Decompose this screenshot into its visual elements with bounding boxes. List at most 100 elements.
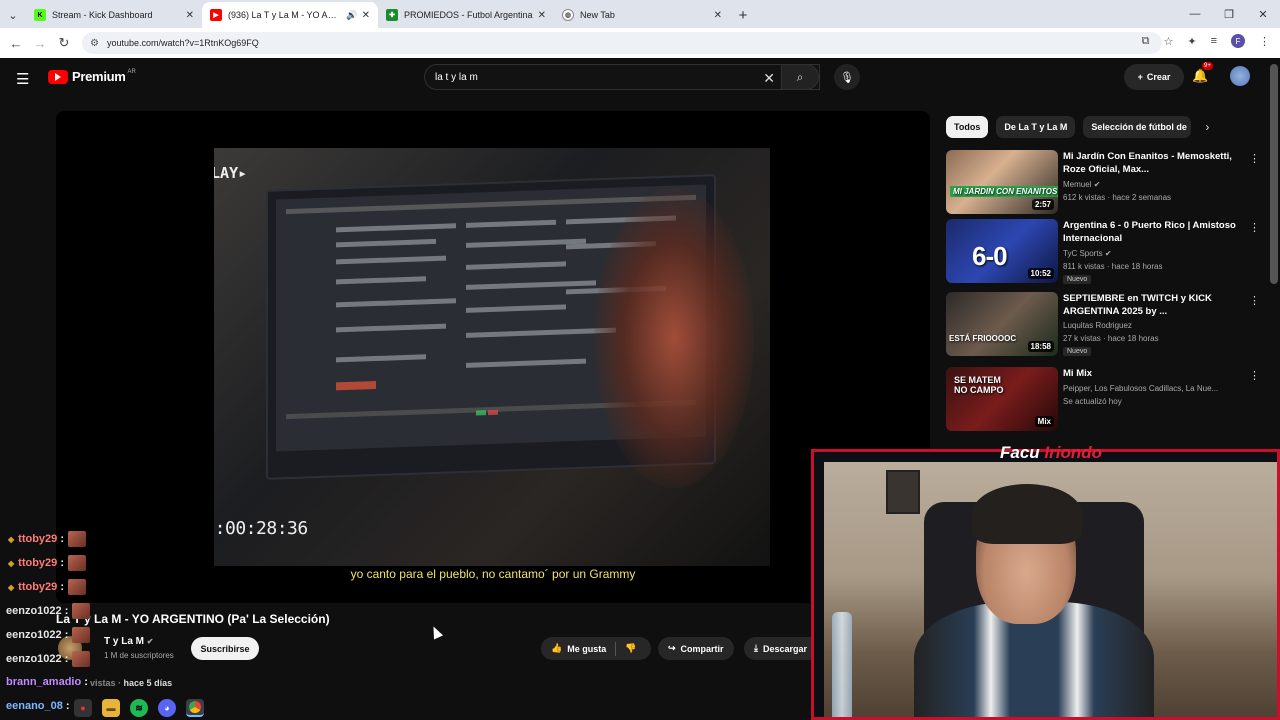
notifications-button[interactable]: 🔔 9+ xyxy=(1192,62,1213,84)
discord-icon[interactable]: ◕ xyxy=(158,699,176,717)
blurred-figure xyxy=(594,188,754,488)
webcam-overlay xyxy=(811,449,1280,720)
video-timecode: 00:00:28:36 xyxy=(214,518,308,539)
video-thumbnail[interactable]: 6-0 10:52 xyxy=(946,219,1058,283)
search-button[interactable]: ⌕ xyxy=(781,64,819,90)
back-icon[interactable]: ← xyxy=(4,36,28,51)
more-options-icon[interactable]: ⋮ xyxy=(1249,294,1260,307)
chip-channel[interactable]: De La T y La M xyxy=(996,116,1076,138)
recommendation-item[interactable]: ESTÁ FRIOOOOC 18:58 SEPTIEMBRE en TWITCH… xyxy=(946,292,1262,356)
tab-title: Stream - Kick Dashboard xyxy=(52,10,153,20)
site-info-icon[interactable]: ⚙ xyxy=(90,38,99,49)
minimize-icon[interactable]: — xyxy=(1178,0,1212,28)
recommendation-item[interactable]: 6-0 10:52 Argentina 6 - 0 Puerto Rico | … xyxy=(946,219,1262,284)
page-scrollbar[interactable] xyxy=(1270,64,1278,284)
close-icon[interactable]: ✕ xyxy=(714,10,722,21)
rec-channel[interactable]: TyC Sports ✔ xyxy=(1063,249,1112,258)
filter-chips: Todos De La T y La M Selección de fútbol… xyxy=(946,116,1209,138)
share-button[interactable]: ↪ Compartir xyxy=(658,637,734,660)
chat-message: ◆ ttoby29 : xyxy=(8,531,87,547)
extensions-icon[interactable]: ✦ xyxy=(1187,35,1196,48)
account-avatar[interactable] xyxy=(1230,66,1250,86)
rec-channel[interactable]: Luquitas Rodriguez xyxy=(1063,321,1132,330)
download-button[interactable]: ⤓ Descargar xyxy=(744,637,818,660)
youtube-header: ☰ Premium AR la t y la m ✕ ⌕ 🎙 + Crear 🔔… xyxy=(0,58,1280,98)
channel-name[interactable]: T y La M ✔ xyxy=(104,636,154,647)
tab-promiedos[interactable]: ✚ PROMIEDOS - Futbol Argentina ✕ xyxy=(378,2,554,28)
video-title: La T y La M - YO ARGENTINO (Pa' La Selec… xyxy=(56,612,330,626)
new-tab-button[interactable]: + xyxy=(730,2,756,28)
chip-todos[interactable]: Todos xyxy=(946,116,989,138)
url-text: youtube.com/watch?v=1RtnKOg69FQ xyxy=(106,38,259,48)
recommendation-item[interactable]: MI JARDIN CON ENANITOS 2:57 Mi Jardín Co… xyxy=(946,150,1262,214)
chat-username: ttoby29 xyxy=(18,557,58,569)
download-icon: ⤓ xyxy=(754,643,758,653)
download-label: Descargar xyxy=(762,643,808,654)
emote-icon xyxy=(72,651,91,667)
chrome-icon[interactable] xyxy=(186,699,204,717)
close-window-icon[interactable]: ✕ xyxy=(1246,0,1280,28)
chat-username: ttoby29 xyxy=(18,533,58,545)
rec-channel[interactable]: Memuel ✔ xyxy=(1063,180,1100,189)
browser-tab-strip: ⌄ K Stream - Kick Dashboard ✕ ▶ (936) La… xyxy=(0,0,1280,28)
obs-icon[interactable]: ● xyxy=(74,699,92,717)
voice-search-button[interactable]: 🎙 xyxy=(834,64,860,90)
wall-picture xyxy=(886,470,920,514)
close-icon[interactable]: ✕ xyxy=(186,10,194,21)
verified-icon: ✔ xyxy=(146,637,154,646)
menu-hamburger-icon[interactable]: ☰ xyxy=(16,70,29,88)
reload-icon[interactable]: ↻ xyxy=(52,35,76,51)
rec-title[interactable]: Mi Jardín Con Enanitos - Memosketti, Roz… xyxy=(1063,150,1253,176)
tab-kick-dashboard[interactable]: K Stream - Kick Dashboard ✕ xyxy=(26,2,202,28)
close-icon[interactable]: ✕ xyxy=(362,10,370,21)
thumbnail-text: ESTÁ FRIOOOOC xyxy=(949,334,1017,343)
recommendation-item[interactable]: SE MATEM NO CAMPO Mix Mi Mix Peipper, Lo… xyxy=(946,367,1262,431)
like-dislike-group: 👍 Me gusta 👎 xyxy=(541,637,651,660)
clear-search-icon[interactable]: ✕ xyxy=(763,70,775,87)
video-player[interactable]: PLAY▸ 00:00:28:36 yo canto para el puebl… xyxy=(56,111,930,603)
speaker-icon[interactable]: 🔊 xyxy=(346,10,357,21)
video-duration: Mix xyxy=(1034,416,1054,427)
profile-avatar[interactable]: F xyxy=(1231,34,1245,48)
video-thumbnail[interactable]: MI JARDIN CON ENANITOS 2:57 xyxy=(946,150,1058,214)
rec-meta: Se actualizó hoy xyxy=(1063,397,1122,406)
like-button[interactable]: Me gusta xyxy=(567,644,606,654)
more-options-icon[interactable]: ⋮ xyxy=(1249,152,1260,165)
rec-channel[interactable]: Peipper, Los Fabulosos Cadillacs, La Nue… xyxy=(1063,384,1218,393)
tab-title: PROMIEDOS - Futbol Argentina xyxy=(404,10,533,20)
more-options-icon[interactable]: ⋮ xyxy=(1249,221,1260,234)
rec-title[interactable]: Mi Mix xyxy=(1063,367,1253,380)
rec-title[interactable]: SEPTIEMBRE en TWITCH y KICK ARGENTINA 20… xyxy=(1063,292,1253,318)
video-duration: 2:57 xyxy=(1031,199,1054,210)
video-thumbnail[interactable]: ESTÁ FRIOOOOC 18:58 xyxy=(946,292,1058,356)
menu-kebab-icon[interactable]: ⋮ xyxy=(1259,35,1270,48)
close-icon[interactable]: ✕ xyxy=(538,10,546,21)
url-field[interactable]: ⚙ youtube.com/watch?v=1RtnKOg69FQ xyxy=(82,32,1162,54)
bookmark-star-icon[interactable]: ☆ xyxy=(1163,35,1173,48)
create-label: Crear xyxy=(1146,72,1171,82)
chevron-right-icon[interactable]: › xyxy=(1205,120,1209,134)
spotify-icon[interactable]: ≋ xyxy=(130,699,148,717)
kick-icon: K xyxy=(34,9,46,21)
forward-icon[interactable]: → xyxy=(28,36,52,51)
create-button[interactable]: + Crear xyxy=(1124,64,1184,90)
restore-icon[interactable]: ❐ xyxy=(1212,0,1246,28)
media-controls-icon[interactable]: ≡ xyxy=(1211,35,1217,47)
tab-new-tab[interactable]: ◍ New Tab ✕ xyxy=(554,2,730,28)
thumbs-down-icon[interactable]: 👎 xyxy=(625,643,636,654)
search-input[interactable]: la t y la m ✕ ⌕ xyxy=(424,64,820,90)
cast-icon[interactable]: ⧉ xyxy=(1142,35,1150,48)
chip-seleccion[interactable]: Selección de fútbol de xyxy=(1083,116,1192,138)
rec-title[interactable]: Argentina 6 - 0 Puerto Rico | Amistoso I… xyxy=(1063,219,1253,245)
tab-youtube-video[interactable]: ▶ (936) La T y La M - YO ARGE 🔊 ✕ xyxy=(202,2,378,28)
tab-search-button[interactable]: ⌄ xyxy=(0,2,26,28)
youtube-logo[interactable]: Premium AR xyxy=(48,69,136,84)
thumbnail-text: 6-0 xyxy=(972,241,1008,271)
subscribe-button[interactable]: Suscribirse xyxy=(191,637,259,660)
file-explorer-icon[interactable]: ▬ xyxy=(102,699,120,717)
video-thumbnail[interactable]: SE MATEM NO CAMPO Mix xyxy=(946,367,1058,431)
water-bottle xyxy=(832,612,852,717)
more-options-icon[interactable]: ⋮ xyxy=(1249,369,1260,382)
taskbar: ● ▬ ≋ ◕ xyxy=(0,696,260,720)
thumbs-up-icon[interactable]: 👍 xyxy=(551,643,562,654)
